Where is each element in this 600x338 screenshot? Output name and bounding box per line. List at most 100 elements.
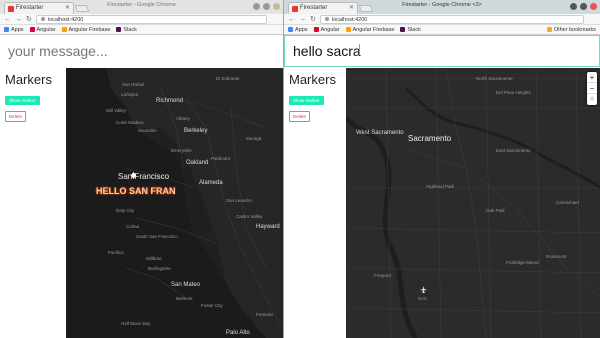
map-canvas[interactable]: North Sacramento Del Paso Heights West S…	[346, 68, 600, 338]
reload-icon[interactable]: ↻	[26, 14, 32, 25]
slack-icon	[116, 27, 122, 32]
map-label: Corte Madera	[116, 120, 144, 125]
minimize-button[interactable]	[570, 3, 577, 10]
info-icon	[40, 16, 45, 21]
show-marker-button[interactable]: Show marker	[289, 96, 324, 105]
apps-icon	[288, 27, 293, 32]
map-label: Freeport	[374, 273, 392, 278]
marker-label[interactable]: HELLO SAN FRAN	[96, 186, 176, 196]
map-label: Belmont	[176, 296, 193, 301]
zoom-controls: + − ⌂	[587, 72, 597, 105]
map-label: Oak Park	[486, 208, 505, 213]
angular-icon	[29, 27, 35, 32]
url-text: localhost:4200	[331, 16, 368, 23]
angular-icon	[313, 27, 319, 32]
back-arrow-icon[interactable]: ←	[288, 14, 295, 25]
map-label: Piedmont	[211, 156, 231, 161]
markers-heading: Markers	[289, 72, 336, 87]
map-pin-icon[interactable]	[130, 172, 137, 179]
delete-button[interactable]: Delete	[289, 111, 311, 122]
map-label: West Sacramento	[356, 130, 404, 136]
url-input[interactable]: localhost:4200	[319, 14, 584, 24]
map-label: Sacramento	[408, 134, 452, 143]
delete-button[interactable]: Delete	[5, 111, 27, 122]
bookmark-angular-firebase[interactable]: Angular Firebase	[61, 27, 110, 33]
window-title: Firestarter - Google Chrome <3>	[402, 2, 482, 8]
map-label: Castro Valley	[236, 214, 263, 219]
firebase-icon	[345, 27, 351, 32]
map-label: Carmichael	[556, 200, 579, 205]
maximize-button[interactable]	[263, 3, 270, 10]
map-label: Moraga	[246, 136, 262, 141]
show-marker-button[interactable]: Show marker	[5, 96, 40, 105]
map-label: Berkeley	[184, 128, 208, 134]
map-label: Fruitridge Manor	[506, 260, 540, 265]
other-bookmarks[interactable]: Other bookmarks	[546, 27, 596, 33]
map-label: South San Francisco	[136, 234, 178, 239]
bookmark-angular[interactable]: Angular	[29, 27, 56, 33]
reset-bearing-button[interactable]: ⌂	[587, 94, 597, 105]
map-label: San Francisco	[118, 172, 170, 181]
left-browser-window: Firestarter ✕ Firestarter - Google Chrom…	[0, 0, 283, 338]
bookmark-slack[interactable]: Slack	[400, 27, 421, 33]
window-controls	[253, 3, 280, 10]
close-window-button[interactable]	[590, 3, 597, 10]
close-window-button[interactable]	[273, 3, 280, 10]
zoom-in-button[interactable]: +	[587, 72, 597, 83]
forward-arrow-icon[interactable]: →	[299, 14, 306, 25]
address-bar-row: ← → ↻ localhost:4200	[284, 14, 600, 25]
message-input[interactable]	[0, 35, 283, 67]
zoom-out-button[interactable]: −	[587, 83, 597, 94]
map-label: San Leandro	[226, 198, 252, 203]
map-label: Alameda	[199, 180, 223, 186]
map-label: Fremont	[256, 312, 273, 317]
window-title: Firestarter - Google Chrome	[107, 2, 176, 8]
map-label: Half Moon Bay	[121, 321, 151, 326]
message-input[interactable]	[284, 35, 600, 67]
bookmark-slack[interactable]: Slack	[116, 27, 137, 33]
map-label: SAC	[418, 296, 428, 301]
bookmark-angular[interactable]: Angular	[313, 27, 340, 33]
window-controls	[570, 3, 597, 10]
maximize-button[interactable]	[580, 3, 587, 10]
folder-icon	[546, 27, 552, 32]
markers-sidebar: Markers Show marker Delete	[284, 68, 346, 338]
forward-arrow-icon[interactable]: →	[15, 14, 22, 25]
title-bar: Firestarter ✕ Firestarter - Google Chrom…	[284, 0, 600, 14]
map-label: Highland Park	[426, 184, 455, 189]
reload-icon[interactable]: ↻	[310, 14, 316, 25]
markers-heading: Markers	[5, 72, 52, 87]
map-label: Albany	[176, 116, 190, 121]
map-label: North Sacramento	[476, 76, 513, 81]
bookmark-angular-firebase[interactable]: Angular Firebase	[345, 27, 394, 33]
bookmarks-bar: Apps Angular Angular Firebase Slack	[0, 25, 283, 35]
url-text: localhost:4200	[47, 16, 84, 23]
map-label: Pacifica	[108, 250, 124, 255]
map-label: Palo Alto	[226, 330, 250, 336]
map-label: Millbrae	[146, 256, 162, 261]
url-input[interactable]: localhost:4200	[35, 14, 267, 24]
airplane-icon	[420, 286, 427, 293]
map-label: Rosemont	[546, 254, 567, 259]
map-label: San Rafael	[122, 82, 145, 87]
map-label: Hayward	[256, 224, 280, 230]
back-arrow-icon[interactable]: ←	[4, 14, 11, 25]
map-label: Daly City	[116, 208, 135, 213]
minimize-button[interactable]	[253, 3, 260, 10]
title-bar: Firestarter ✕ Firestarter - Google Chrom…	[0, 0, 283, 14]
map-label: Mill Valley	[106, 108, 126, 113]
map-label: Colma	[126, 224, 140, 229]
map-label: Sausalito	[138, 128, 157, 133]
bookmark-apps[interactable]: Apps	[288, 27, 308, 33]
info-icon	[324, 16, 329, 21]
map-canvas[interactable]: San Rafael Richmond Berkeley Oakland Ala…	[66, 68, 283, 338]
apps-icon	[4, 27, 9, 32]
text-cursor	[359, 44, 360, 55]
bookmark-apps[interactable]: Apps	[4, 27, 24, 33]
map-label: Oakland	[186, 160, 209, 166]
slack-icon	[400, 27, 406, 32]
markers-sidebar: Markers Show marker Delete	[0, 68, 66, 338]
map-label: Del Paso Heights	[496, 90, 531, 95]
map-label: El Sobrante	[216, 76, 240, 81]
map-label: Emeryville	[171, 148, 192, 153]
